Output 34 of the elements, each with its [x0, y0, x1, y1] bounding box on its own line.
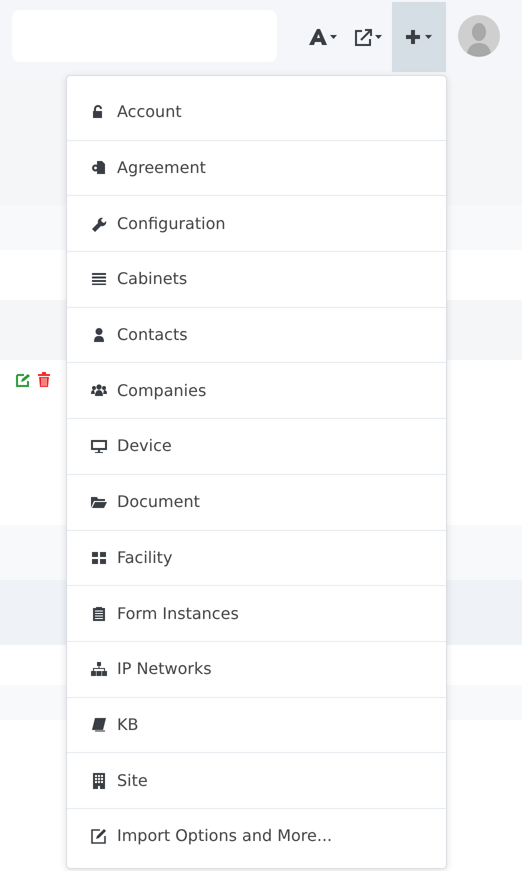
trash-icon[interactable] [38, 372, 50, 387]
person-icon [91, 327, 107, 344]
building-icon [91, 772, 107, 789]
plus-icon [404, 28, 434, 46]
book-icon [91, 716, 107, 733]
clipboard-icon [91, 606, 107, 622]
font-icon [308, 28, 338, 46]
menu-item[interactable]: KB [67, 696, 446, 752]
menu-item[interactable]: Account [67, 84, 446, 140]
menu-item[interactable]: Device [67, 418, 446, 474]
menu-item[interactable]: Agreement [67, 140, 446, 196]
list-icon [91, 271, 107, 288]
menu-item[interactable]: Document [67, 474, 446, 530]
add-menu-button[interactable] [392, 2, 446, 72]
menu-item[interactable]: Companies [67, 362, 446, 418]
monitor-icon [91, 438, 107, 454]
avatar-icon[interactable] [458, 15, 500, 57]
folder-icon [91, 494, 107, 510]
edit-icon [91, 828, 107, 844]
external-link-icon [354, 28, 384, 46]
menu-item[interactable]: Configuration [67, 195, 446, 252]
menu-item[interactable]: IP Networks [67, 640, 446, 697]
menu-item[interactable]: Import Options and More... [67, 808, 446, 864]
people-icon [91, 382, 107, 399]
menu-item[interactable]: Site [67, 752, 446, 808]
menu-item[interactable]: Form Instances [67, 585, 446, 641]
grid-icon [91, 550, 107, 566]
menu-item[interactable]: Contacts [67, 306, 446, 362]
menu-item[interactable]: Facility [67, 530, 446, 586]
network-icon [91, 661, 107, 678]
menu-item[interactable]: Cabinets [67, 251, 446, 307]
wrench-icon [91, 216, 107, 232]
document-icon [91, 160, 107, 176]
edit-icon[interactable] [16, 372, 30, 386]
